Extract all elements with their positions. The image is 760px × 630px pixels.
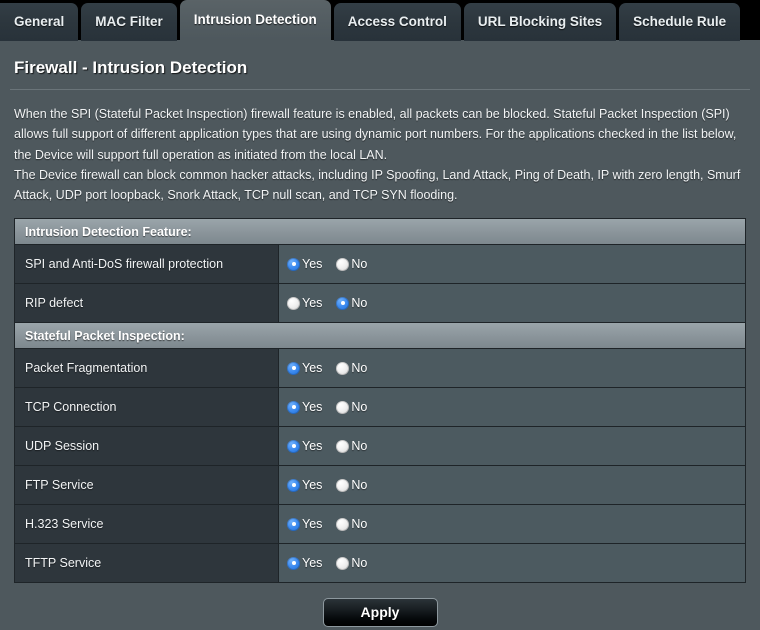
radio-option-label: No (351, 517, 368, 532)
radio-button-icon[interactable] (287, 257, 300, 271)
radio-button-icon[interactable] (287, 517, 300, 531)
description-paragraph-1: When the SPI (Stateful Packet Inspection… (14, 107, 737, 162)
setting-label: Packet Fragmentation (15, 349, 279, 388)
radio-option-no[interactable]: No (336, 361, 367, 375)
table-row: TCP Connection Yes No (15, 388, 745, 428)
setting-label: TCP Connection (15, 388, 279, 427)
radio-option-label: Yes (302, 439, 323, 454)
radio-group: Yes No (287, 296, 381, 310)
setting-value: Yes No (279, 544, 745, 583)
radio-option-label: Yes (302, 517, 323, 532)
radio-option-no[interactable]: No (336, 478, 367, 492)
radio-button-icon[interactable] (287, 361, 300, 375)
table-row: SPI and Anti-DoS firewall protection Yes N… (15, 245, 745, 285)
table-row: RIP defect Yes No (15, 284, 745, 324)
radio-option-label: No (351, 439, 368, 454)
title-divider (10, 89, 750, 90)
setting-label: H.323 Service (15, 505, 279, 544)
radio-option-yes[interactable]: Yes (287, 556, 322, 570)
radio-option-label: Yes (302, 296, 323, 311)
page-title: Firewall - Intrusion Detection (14, 58, 248, 77)
table-row: FTP Service Yes No (15, 466, 745, 506)
radio-option-no[interactable]: No (336, 296, 367, 310)
settings-table: Intrusion Detection Feature: SPI and Anti… (14, 218, 746, 584)
section-header: Stateful Packet Inspection: (15, 323, 745, 350)
setting-value: Yes No (279, 505, 745, 544)
radio-option-yes[interactable]: Yes (287, 517, 322, 531)
page-description: When the SPI (Stateful Packet Inspection… (8, 104, 752, 205)
section-header: Intrusion Detection Feature: (15, 219, 745, 246)
tab-intrusion-detection[interactable]: Intrusion Detection (179, 0, 331, 40)
radio-option-yes[interactable]: Yes (287, 478, 322, 492)
radio-button-icon[interactable] (287, 556, 300, 570)
setting-value: Yes No (279, 284, 745, 323)
setting-value: Yes No (279, 245, 745, 284)
radio-button-icon[interactable] (287, 478, 300, 492)
setting-label: RIP defect (15, 284, 279, 323)
description-paragraph-2: The Device firewall can block common hac… (14, 167, 741, 203)
tab-url-blocking-sites[interactable]: URL Blocking Sites (463, 3, 617, 41)
radio-option-yes[interactable]: Yes (287, 361, 322, 375)
radio-option-label: No (351, 556, 368, 571)
radio-option-label: No (351, 361, 368, 376)
table-row: UDP Session Yes No (15, 427, 745, 467)
radio-button-icon[interactable] (336, 361, 350, 375)
radio-group: Yes No (287, 361, 381, 375)
radio-button-icon[interactable] (287, 400, 300, 414)
page-content: Firewall - Intrusion Detection When the … (0, 40, 760, 628)
table-row: H.323 Service Yes No (15, 505, 745, 545)
setting-label: SPI and Anti-DoS firewall protection (15, 245, 279, 284)
setting-label: TFTP Service (15, 544, 279, 583)
radio-button-icon[interactable] (336, 478, 350, 492)
radio-group: Yes No (287, 439, 381, 453)
radio-option-yes[interactable]: Yes (287, 257, 322, 271)
footer-actions: Apply (8, 583, 752, 628)
apply-button[interactable]: Apply (322, 598, 438, 628)
setting-value: Yes No (279, 388, 745, 427)
radio-option-label: No (351, 296, 368, 311)
radio-button-icon[interactable] (336, 400, 350, 414)
radio-button-icon[interactable] (336, 517, 350, 531)
radio-option-label: Yes (302, 400, 323, 415)
radio-group: Yes No (287, 556, 381, 570)
radio-option-label: Yes (302, 361, 323, 376)
setting-label: UDP Session (15, 427, 279, 466)
radio-button-icon[interactable] (336, 439, 350, 453)
radio-group: Yes No (287, 257, 381, 271)
radio-option-label: Yes (302, 556, 323, 571)
tab-mac-filter[interactable]: MAC Filter (81, 3, 177, 41)
radio-option-yes[interactable]: Yes (287, 400, 322, 414)
radio-option-label: No (351, 400, 368, 415)
radio-group: Yes No (287, 478, 381, 492)
tab-access-control[interactable]: Access Control (333, 3, 461, 41)
radio-option-no[interactable]: No (336, 439, 367, 453)
radio-option-no[interactable]: No (336, 556, 367, 570)
setting-label: FTP Service (15, 466, 279, 505)
radio-option-label: Yes (302, 257, 323, 272)
radio-button-icon[interactable] (287, 439, 300, 453)
table-row: Packet Fragmentation Yes No (15, 349, 745, 389)
radio-option-no[interactable]: No (336, 517, 367, 531)
radio-option-yes[interactable]: Yes (287, 296, 322, 310)
radio-button-icon[interactable] (336, 296, 350, 310)
radio-group: Yes No (287, 400, 381, 414)
tab-bar: General MAC Filter Intrusion Detection Acce… (0, 0, 760, 41)
table-row: TFTP Service Yes No (15, 544, 745, 584)
radio-option-label: No (351, 478, 368, 493)
radio-group: Yes No (287, 517, 381, 531)
tab-general[interactable]: General (0, 3, 79, 41)
radio-option-label: No (351, 257, 368, 272)
radio-option-no[interactable]: No (336, 257, 367, 271)
setting-value: Yes No (279, 466, 745, 505)
setting-value: Yes No (279, 427, 745, 466)
radio-button-icon[interactable] (287, 296, 300, 310)
radio-option-yes[interactable]: Yes (287, 439, 322, 453)
radio-button-icon[interactable] (336, 257, 350, 271)
radio-button-icon[interactable] (336, 556, 350, 570)
setting-value: Yes No (279, 349, 745, 388)
radio-option-no[interactable]: No (336, 400, 367, 414)
radio-option-label: Yes (302, 478, 323, 493)
tab-schedule-rule[interactable]: Schedule Rule (619, 3, 741, 41)
